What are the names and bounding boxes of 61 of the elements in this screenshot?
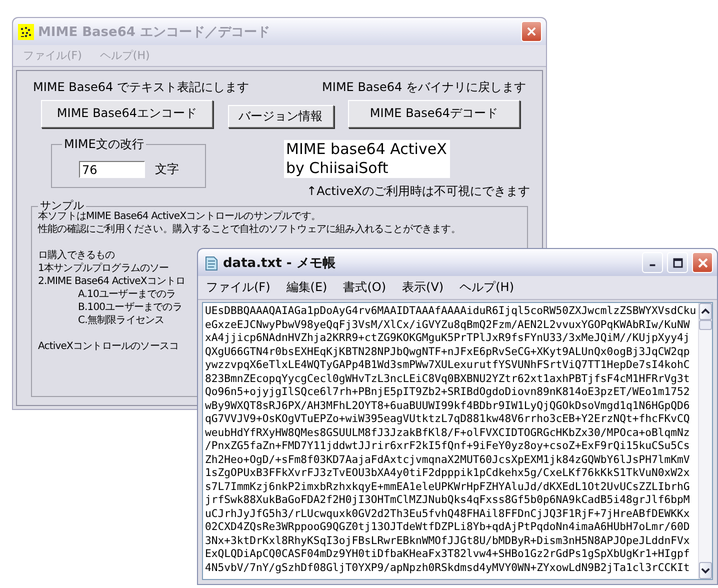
text-line: UEsDBBQAAAQAIAGa1pDoAyG4rv6MAAIDTAAAfAAAAiduR6Ijql5coRW50ZXJwcmlzZSBWYXVsdCku: [205, 305, 696, 318]
text-line: ywzzvpqX6eTlxLE4WQTyGAPp4B1Wd3smPWw7XULexurutfYSVUNhFSrtViQ7TT1HepDe7sI4kohC: [205, 359, 691, 372]
activex-text: MIME base64 ActiveX: [286, 140, 448, 159]
sample-text: 本ソフトはMIME Base64 ActiveXコントロールのサンプルです。: [38, 210, 321, 223]
encode-caption: MIME Base64 でテキスト表記にします: [33, 79, 249, 96]
action-button[interactable]: MIME Base64エンコード: [41, 100, 213, 128]
text-line: 4N5vbV/7nY/gSzhDf08GljT0YXP9/apNpzh0RSkdmsd4yMVY0WN+ZYxowLdN9B2jTa1cl3rCCKIt: [205, 562, 691, 575]
sample-text: A.10ユーザーまでのラ: [78, 288, 176, 301]
group-title: サンプル: [40, 200, 85, 212]
activex-text: by ChiisaiSoft: [286, 159, 390, 178]
scroll-thumb[interactable]: [699, 320, 712, 330]
scrollbar[interactable]: [698, 303, 712, 579]
close-icon: [698, 258, 708, 268]
text-line: /PnxZG5faZn+FMD7Y11jddwtJJrir6xrF2kI5fQnf+9iFeY0yz8oy+csoZ+ExF9rQi15kuCSu5Cs: [205, 440, 691, 454]
text-line: eGxzeEJCNwyPbwV98yeQqFj3VsM/XlCx/iGVYZu8qBmQ2Fzm/AEN2L2vvuxYGOPqKWAbRIw/KuNW: [205, 318, 691, 332]
text-area[interactable]: [202, 302, 713, 580]
close-button[interactable]: [692, 252, 713, 273]
group-title: MIME文の改行: [63, 136, 145, 153]
sample-text: 1本サンプルプログラムのソー: [38, 262, 169, 275]
text-line: ExQLQDiApCQ0CASF04mDz9YH0tiDfbaKHeaFx3T82lvw4+SHBo1Gz2rGdPs1gSpXbUgKr1+HIgpf: [205, 548, 691, 562]
sample-text: ロ購入できるもの: [38, 249, 115, 262]
text-line: 3Nx+3ktDrKxl8RhyKSqI3ojFBsLRwrEBknWMOfJJGt8U/bMDByR+Dism3nH5N8APJOpeJLddnFVx: [205, 534, 691, 548]
maximize-icon: [672, 258, 682, 268]
activex-note: ↑ActiveXのご利用時は不可視にできます: [306, 183, 530, 200]
text-line: weubHdYfRXyHW8QMes8GSUULM8fJ3JzakBfKl8/F+olFVXCIDTOGRGcHKbZx30/MPOca+oBlqmNz: [205, 426, 691, 440]
menu-item[interactable]: 表示(V): [402, 279, 444, 296]
unit-label: 文字: [155, 161, 179, 178]
text-line: uCJrhJyJfG5h3/rLUcwquxk0GV2d2Th3Eu5fvhQ48FHAil8FFDnCjJQ3F1RjF+7jHreABfDEWKKx: [205, 508, 691, 521]
scroll-up-button[interactable]: [699, 303, 712, 320]
menu-item[interactable]: 書式(O): [343, 279, 386, 296]
decode-caption: MIME Base64 をバイナリに戻します: [322, 79, 526, 96]
sample-text: C.無制限ライセンス: [78, 314, 164, 327]
text-line: QXgU66GTN4r0bsEXHEqKjKBTN28NPJbQwgNTF+nJFxE6pRvSeCG+XKyt9ALUnQx0ogBj3JqCW2qp: [205, 346, 691, 359]
window-title: MIME Base64 エンコード／デコード: [38, 24, 270, 40]
sample-text: 2.MIME Base64 ActiveXコントロ: [38, 275, 186, 288]
window-title: data.txt - メモ帳: [223, 254, 336, 272]
menu-item[interactable]: ヘルプ(H): [460, 279, 514, 296]
text-line: wBy9WXQT8sRJ6PX/AH3MFhL2OYT8+6uaBUUWI99kf4BDbr9IW1LyQjQGOkDsoVmgd1q1N6HGpQD6: [205, 400, 691, 413]
version-button[interactable]: バージョン情報: [228, 105, 334, 128]
menu-item[interactable]: ファイル(F): [206, 279, 270, 296]
text-line: xA4jjicp6NAdnHVZhja2KRR9+ctZG9KOKGMguK5PrTPlJxR9fsFYnU33/3xMeJQiM//KUjpXyy4j: [205, 332, 691, 346]
sample-text: ActiveXコントロールのソースコ: [38, 340, 179, 353]
text-line: 02CXD4ZQsRe3WRppooG9QGZ0tj13OJTdeWtfDZPLi8Yb+qdAjPtPqdoNn4imaA6HUbH7oLmr/60D: [205, 521, 691, 534]
text-line: Qo96n5+ojyjgIlSQce6l7rh+PBnjE5pIT9Zb2+SRIBdOgdoDiovn89nK814oE3pzET/WEo1m1752: [205, 386, 691, 400]
sample-text: B.100ユーザーまでのラ: [78, 301, 182, 314]
notepad-icon: [203, 254, 219, 270]
app-icon: [18, 24, 34, 40]
text-line: Zh2Heo+OgD/+sFm8f03KD7AajaFdAxtcjvmqnaX2MUT60JcsXpEXM1jk84zGQWbY6lJsPH7lmKmV: [205, 454, 691, 467]
menu-item[interactable]: 編集(E): [286, 279, 328, 296]
action-button[interactable]: MIME Base64デコード: [348, 100, 520, 128]
text-line: jrfSwk88XukBaGoFDA2f2H0jI3OHTmClMZJNubQks4qFxss8Gf5b0p6NA9kCadB5i48grJlf6bpM: [205, 494, 691, 508]
text-line: 823BmnZEcopqYycgCecl0gWHvTzL3ncLEiC8Vq0BXBNU2YZtr62xt1axhPBTjfsF4cM1HFRrVg3t: [205, 372, 691, 386]
text-line: s7L7ImmKzj6nkP2imxbRzhxkqyE+mmEA1eleUPKWrHpFZHYAluJd/dKXEdL1Ot2UvUCsZZLIbrhG: [205, 480, 691, 494]
text-line: 1sZgOPUxB3FFkXvrFJ3zTvEOU3bXA4y0tiF2dpppik1pCdkehx5g/CxeLKf76kKkS1TkVuN0xW2x: [205, 467, 691, 480]
close-button[interactable]: [521, 21, 542, 42]
text-line: qG7VVJV9+OsKOgVTuEPZo+wiW395eagVUtktzL7qD881kw48V6rrho3cEB+Y2ErzNQt+fhcFKvCQ: [205, 413, 691, 426]
maximize-button[interactable]: [667, 252, 688, 273]
close-icon: [527, 27, 536, 36]
line-length-input[interactable]: 76: [79, 161, 145, 178]
sample-text: 性能の確認にご利用ください。購入することで自社のソフトウェアに組み入れることができます。: [38, 223, 460, 236]
scroll-down-button[interactable]: [699, 562, 712, 579]
